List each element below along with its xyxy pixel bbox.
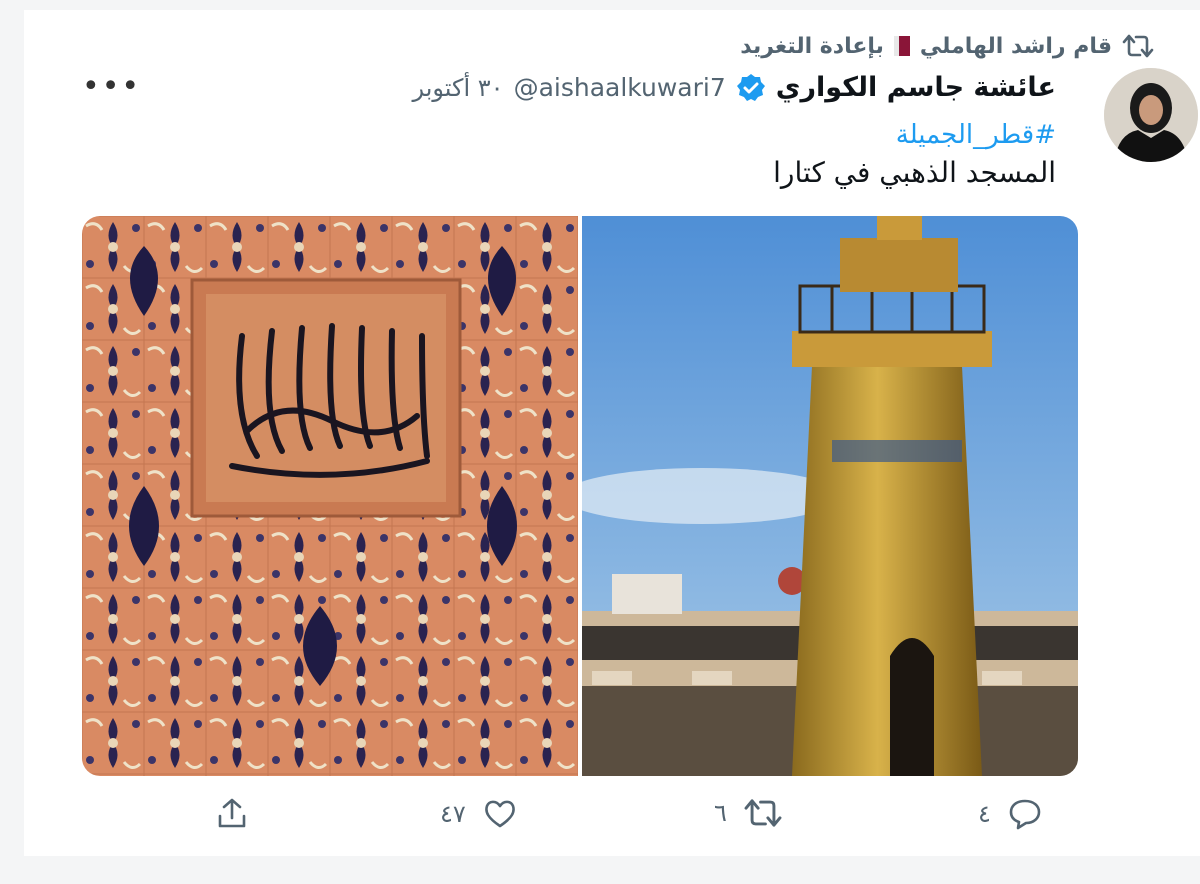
retweet-action-label: بإعادة التغريد [740, 33, 884, 59]
retweeter-name[interactable]: قام راشد الهاملي [920, 34, 1112, 59]
author-handle[interactable]: @aishaalkuwari7 [514, 73, 726, 102]
share-button[interactable] [214, 796, 250, 832]
tweet-card[interactable]: قام راشد الهاملي بإعادة التغريد ••• عائش… [24, 10, 1200, 856]
like-button[interactable]: ٤٧ [440, 796, 518, 832]
qatar-flag-icon [893, 36, 910, 56]
tweet-author-row: عائشة جاسم الكواري @aishaalkuwari7 ٣٠ أك… [412, 72, 1056, 103]
author-display-name[interactable]: عائشة جاسم الكواري [776, 72, 1056, 103]
more-options-icon[interactable]: ••• [82, 72, 141, 102]
retweet-button[interactable]: ٦ [714, 796, 783, 830]
calligraphy-tiles-image[interactable] [82, 216, 578, 776]
golden-minaret-image[interactable] [582, 216, 1078, 776]
reply-button[interactable]: ٤ [978, 796, 1043, 832]
tweet-text: المسجد الذهبي في كتارا [773, 156, 1056, 189]
hashtag-link[interactable]: #قطر_الجميلة [896, 120, 1056, 150]
tweet-date[interactable]: ٣٠ أكتوبر [412, 74, 503, 102]
retweet-icon [1122, 34, 1154, 58]
heart-icon [484, 800, 515, 828]
verified-badge-icon [736, 73, 765, 101]
tweet-media[interactable] [82, 216, 1078, 776]
retweet-action-icon [744, 799, 782, 827]
reply-icon [1009, 799, 1041, 830]
retweet-count: ٦ [714, 799, 727, 827]
tweet-actions: ٤٧ ٦ ٤ [24, 796, 1200, 856]
avatar[interactable] [1104, 68, 1198, 162]
share-icon [218, 798, 246, 828]
retweet-context: قام راشد الهاملي بإعادة التغريد [740, 32, 1154, 60]
reply-count: ٤ [978, 800, 991, 828]
like-count: ٤٧ [440, 800, 466, 828]
